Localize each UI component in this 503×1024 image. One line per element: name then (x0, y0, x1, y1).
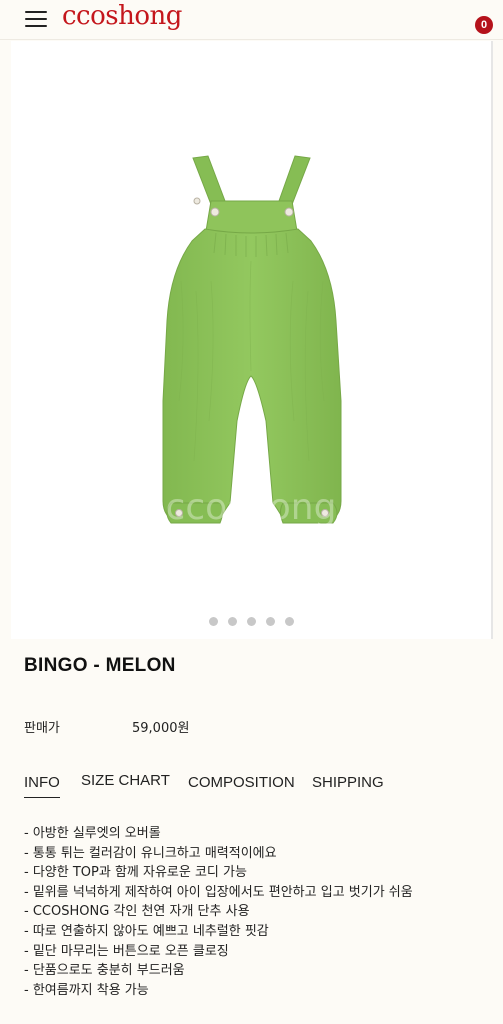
product-image: ccoshong (162, 155, 342, 528)
info-line: - 한여름까지 착용 가능 (24, 982, 149, 998)
tab-composition[interactable]: COMPOSITION (188, 774, 295, 791)
gallery-dot-1[interactable] (209, 617, 218, 626)
info-line: - 따로 연출하지 않아도 예쁘고 네추럴한 핏감 (24, 923, 269, 939)
cart-count-badge[interactable]: 0 (475, 16, 493, 34)
gallery-edge-divider (491, 41, 493, 639)
gallery-dot-2[interactable] (228, 617, 237, 626)
gallery-dot-4[interactable] (266, 617, 275, 626)
info-line: - 아방한 실루엣의 오버롤 (24, 826, 161, 841)
price-label: 판매가 (24, 721, 60, 736)
site-header: ccoshong 0 (0, 0, 503, 40)
gallery-dot-3[interactable] (247, 617, 256, 626)
gallery-dot-5[interactable] (285, 617, 294, 626)
brand-logo[interactable]: ccoshong (62, 1, 182, 31)
product-info-list: - 아방한 실루엣의 오버롤 - 통통 튀는 컬러감이 유니크하고 매력적이에요… (24, 824, 413, 1000)
tab-shipping[interactable]: SHIPPING (312, 774, 384, 791)
hamburger-menu-icon[interactable] (25, 11, 47, 27)
product-title: BINGO - MELON (24, 655, 176, 676)
info-line: - 통통 튀는 컬러감이 유니크하고 매력적이에요 (24, 845, 277, 861)
info-line: - 밑위를 넉넉하게 제작하여 아이 입장에서도 편안하고 입고 벗기가 쉬움 (24, 884, 413, 900)
price-value: 59,000원 (132, 721, 190, 736)
gallery-pagination (11, 617, 492, 626)
tab-size-chart[interactable]: SIZE CHART (81, 772, 170, 789)
info-line: - 밑단 마무리는 버튼으로 오픈 클로징 (24, 943, 229, 959)
tab-info[interactable]: INFO (24, 774, 60, 798)
watermark-text: ccoshong (166, 487, 337, 528)
info-line: - CCOSHONG 각인 천연 자개 단추 사용 (24, 904, 250, 920)
info-line: - 단품으로도 충분히 부드러움 (24, 963, 185, 979)
product-image-gallery[interactable]: ccoshong (11, 41, 492, 639)
info-line: - 다양한 TOP과 함께 자유로운 코디 가능 (24, 865, 247, 881)
